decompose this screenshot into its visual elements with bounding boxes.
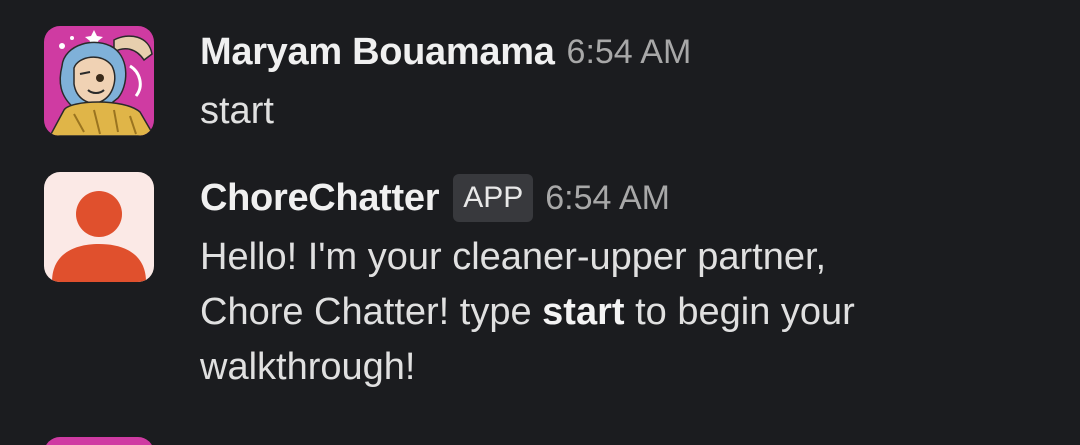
message-line-3: walkthrough!: [200, 346, 416, 388]
user-avatar[interactable]: [44, 26, 154, 136]
message-text: Hello! I'm your cleaner-upper partner, C…: [200, 230, 1060, 395]
message-content: ChoreChatter APP 6:54 AM Hello! I'm your…: [200, 170, 1060, 395]
message-content: Maryam Bouamama 6:54 AM start: [200, 24, 1060, 139]
app-badge: APP: [453, 174, 534, 222]
message-line-2-end: to begin your: [624, 291, 855, 333]
timestamp[interactable]: 6:54 AM: [545, 179, 670, 218]
message-line-1: Hello! I'm your cleaner-upper partner,: [200, 236, 827, 278]
generic-user-avatar-icon: [44, 172, 154, 282]
message-header: Maryam Bouamama 6:54 AM: [200, 24, 1060, 80]
timestamp[interactable]: 6:54 AM: [567, 33, 692, 72]
message-text: start: [200, 90, 274, 132]
message-line-2-start: Chore Chatter! type: [200, 291, 543, 333]
sender-name[interactable]: ChoreChatter: [200, 177, 440, 220]
message-header: ChoreChatter APP 6:54 AM: [200, 170, 1060, 226]
bot-avatar[interactable]: [44, 172, 154, 282]
next-message-avatar[interactable]: [44, 437, 154, 445]
message-feed: Maryam Bouamama 6:54 AM start ChoreChatt…: [0, 0, 1080, 445]
user-photo-avatar-icon: [44, 26, 154, 136]
sender-name[interactable]: Maryam Bouamama: [200, 31, 555, 74]
bold-command: start: [542, 291, 625, 333]
